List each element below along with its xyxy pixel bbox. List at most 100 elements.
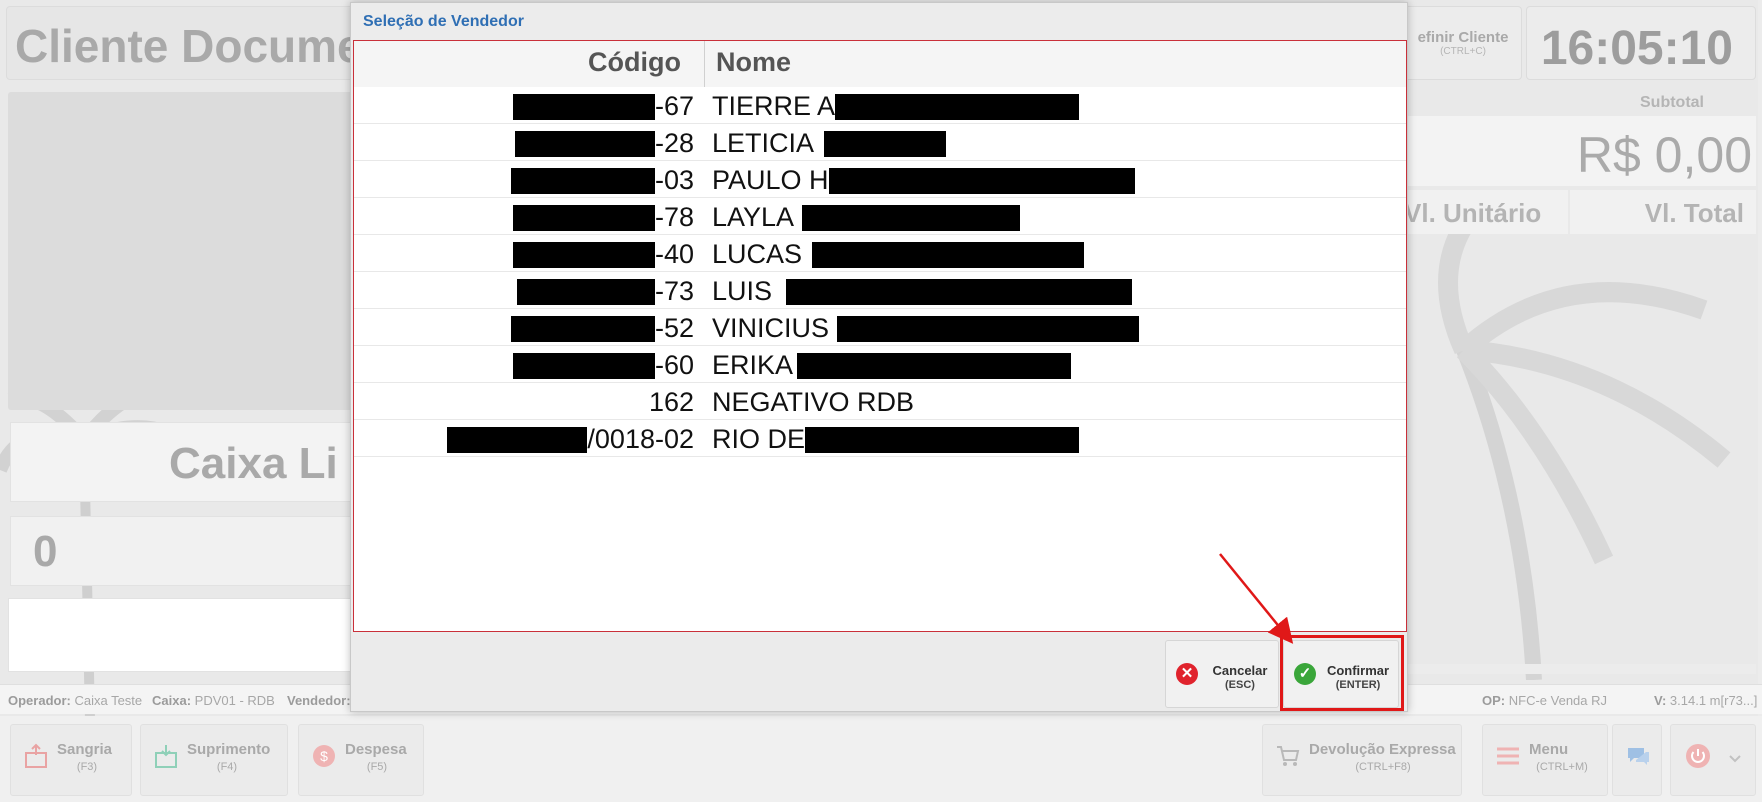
menu-button[interactable]: Menu (CTRL+M) bbox=[1482, 724, 1608, 796]
seller-label: Vendedor: bbox=[287, 693, 351, 708]
operation-info: OP: NFC-e Venda RJ bbox=[1482, 693, 1607, 708]
unit-price-header-label: Vl. Unitário bbox=[1404, 198, 1542, 228]
nome-text: LAYLA bbox=[712, 202, 795, 232]
register-info: Caixa: PDV01 - RDB bbox=[152, 693, 275, 708]
column-separator[interactable] bbox=[704, 41, 705, 87]
codigo-suffix: -40 bbox=[654, 239, 694, 269]
row-codigo: -40 bbox=[512, 239, 694, 270]
codigo-suffix: /0018-02 bbox=[587, 424, 694, 454]
codigo-suffix: 162 bbox=[648, 387, 694, 417]
version-label: V: bbox=[1654, 693, 1667, 708]
client-document-field[interactable]: Cliente Docume bbox=[6, 6, 366, 80]
define-client-button[interactable]: efinir Cliente (CTRL+C) bbox=[1404, 6, 1522, 80]
table-row[interactable]: -28 LETICIA bbox=[354, 124, 1406, 161]
total-price-header-label: Vl. Total bbox=[1644, 198, 1744, 228]
codigo-suffix: -60 bbox=[654, 350, 694, 380]
barcode-input[interactable] bbox=[8, 598, 358, 672]
suprimento-shortcut: (F4) bbox=[216, 761, 238, 773]
footer-toolbar: Sangria (F3) Suprimento (F4) $ Despesa (… bbox=[0, 716, 1762, 802]
nome-text: LUCAS bbox=[712, 239, 803, 269]
table-row[interactable]: -52 VINICIUS bbox=[354, 309, 1406, 346]
version-info: V: 3.14.1 m[r73...] bbox=[1654, 693, 1757, 708]
redaction-bar bbox=[835, 93, 1080, 120]
despesa-label: Despesa bbox=[345, 741, 407, 758]
redaction-bar bbox=[516, 278, 655, 305]
redaction-bar bbox=[510, 167, 655, 194]
nome-text: RIO DE bbox=[712, 424, 806, 454]
nome-text: LUIS bbox=[712, 276, 773, 306]
nome-text: LETICIA bbox=[712, 128, 815, 158]
suprimento-label: Suprimento bbox=[187, 741, 271, 758]
close-icon: ✕ bbox=[1176, 663, 1198, 685]
table-row[interactable]: -60 ERIKA bbox=[354, 346, 1406, 383]
nome-text: TIERRE A bbox=[712, 91, 836, 121]
sangria-button[interactable]: Sangria (F3) bbox=[10, 724, 132, 796]
table-row[interactable]: -67 TIERRE A bbox=[354, 87, 1406, 124]
chat-button[interactable] bbox=[1612, 724, 1662, 796]
redaction-bar bbox=[797, 352, 1072, 379]
row-codigo: -67 bbox=[512, 91, 694, 122]
redaction-bar bbox=[447, 426, 588, 453]
seller-selection-dialog: Seleção de Vendedor Código Nome -67 TIER… bbox=[350, 2, 1408, 712]
define-client-label: efinir Cliente bbox=[1417, 29, 1509, 46]
row-codigo: /0018-02 bbox=[447, 424, 694, 455]
product-image-panel bbox=[8, 92, 358, 410]
item-count-box: 0 bbox=[10, 516, 360, 586]
despesa-button[interactable]: $ Despesa (F5) bbox=[298, 724, 424, 796]
operator-label: Operador: bbox=[8, 693, 71, 708]
redaction-bar bbox=[828, 167, 1135, 194]
codigo-suffix: -52 bbox=[654, 313, 694, 343]
row-nome: TIERRE A bbox=[712, 91, 1080, 122]
dialog-actions: ✕ Cancelar (ESC) ✓ Confirmar (ENTER) bbox=[351, 635, 1407, 711]
column-header-codigo[interactable]: Código bbox=[588, 47, 681, 78]
dialog-title: Seleção de Vendedor bbox=[363, 13, 524, 30]
cancel-button[interactable]: ✕ Cancelar (ESC) bbox=[1165, 640, 1279, 708]
express-return-button[interactable]: Devolução Expressa (CTRL+F8) bbox=[1262, 724, 1462, 796]
column-header-nome[interactable]: Nome bbox=[716, 47, 791, 78]
power-icon bbox=[1686, 744, 1710, 768]
table-row[interactable]: -78 LAYLA bbox=[354, 198, 1406, 235]
cash-out-icon bbox=[25, 743, 47, 768]
row-nome: NEGATIVO RDB bbox=[712, 387, 914, 418]
redaction-bar bbox=[805, 426, 1080, 453]
total-price-header: Vl. Total bbox=[1570, 190, 1756, 234]
sangria-label: Sangria bbox=[57, 741, 113, 758]
menu-shortcut: (CTRL+M) bbox=[1536, 761, 1588, 773]
row-nome: LAYLA bbox=[712, 202, 1021, 233]
cancel-label: Cancelar bbox=[1212, 663, 1268, 678]
cart-icon bbox=[1277, 746, 1300, 766]
row-codigo: -78 bbox=[512, 202, 694, 233]
redaction-bar bbox=[514, 130, 655, 157]
window-scrollbar[interactable] bbox=[1758, 0, 1762, 716]
nome-text: VINICIUS bbox=[712, 313, 830, 343]
table-row[interactable]: 162 NEGATIVO RDB bbox=[354, 383, 1406, 420]
seller-table: Código Nome -67 TIERRE A -28 LETICIA -03… bbox=[353, 40, 1407, 632]
operation-label: OP: bbox=[1482, 693, 1506, 708]
items-horizontal-scrollbar[interactable] bbox=[1404, 664, 1756, 674]
nome-text: ERIKA bbox=[712, 350, 794, 380]
redaction-bar bbox=[812, 241, 1085, 268]
nome-text: PAULO H bbox=[712, 165, 829, 195]
table-row[interactable]: -40 LUCAS bbox=[354, 235, 1406, 272]
suprimento-button[interactable]: Suprimento (F4) bbox=[140, 724, 288, 796]
table-row[interactable]: -73 LUIS bbox=[354, 272, 1406, 309]
subtotal-label: Subtotal bbox=[1640, 94, 1704, 111]
redaction-bar bbox=[512, 241, 655, 268]
register-status-text: Caixa Li bbox=[169, 439, 338, 488]
check-icon: ✓ bbox=[1294, 663, 1316, 685]
row-codigo: -52 bbox=[510, 313, 694, 344]
unit-price-header: Vl. Unitário bbox=[1404, 190, 1568, 234]
power-button[interactable] bbox=[1670, 724, 1756, 796]
table-row[interactable]: /0018-02 RIO DE bbox=[354, 420, 1406, 457]
clock-display: 16:05:10 bbox=[1526, 6, 1756, 80]
confirm-button[interactable]: ✓ Confirmar (ENTER) bbox=[1283, 640, 1399, 708]
codigo-suffix: -67 bbox=[654, 91, 694, 121]
menu-label: Menu bbox=[1529, 741, 1569, 758]
redaction-bar bbox=[510, 315, 655, 342]
row-codigo: -03 bbox=[510, 165, 694, 196]
cancel-shortcut: (ESC) bbox=[1225, 679, 1255, 691]
table-row[interactable]: -03 PAULO H bbox=[354, 161, 1406, 198]
chat-icon bbox=[1628, 748, 1649, 765]
redaction-bar bbox=[512, 352, 655, 379]
operator-info: Operador: Caixa Teste bbox=[8, 693, 142, 708]
